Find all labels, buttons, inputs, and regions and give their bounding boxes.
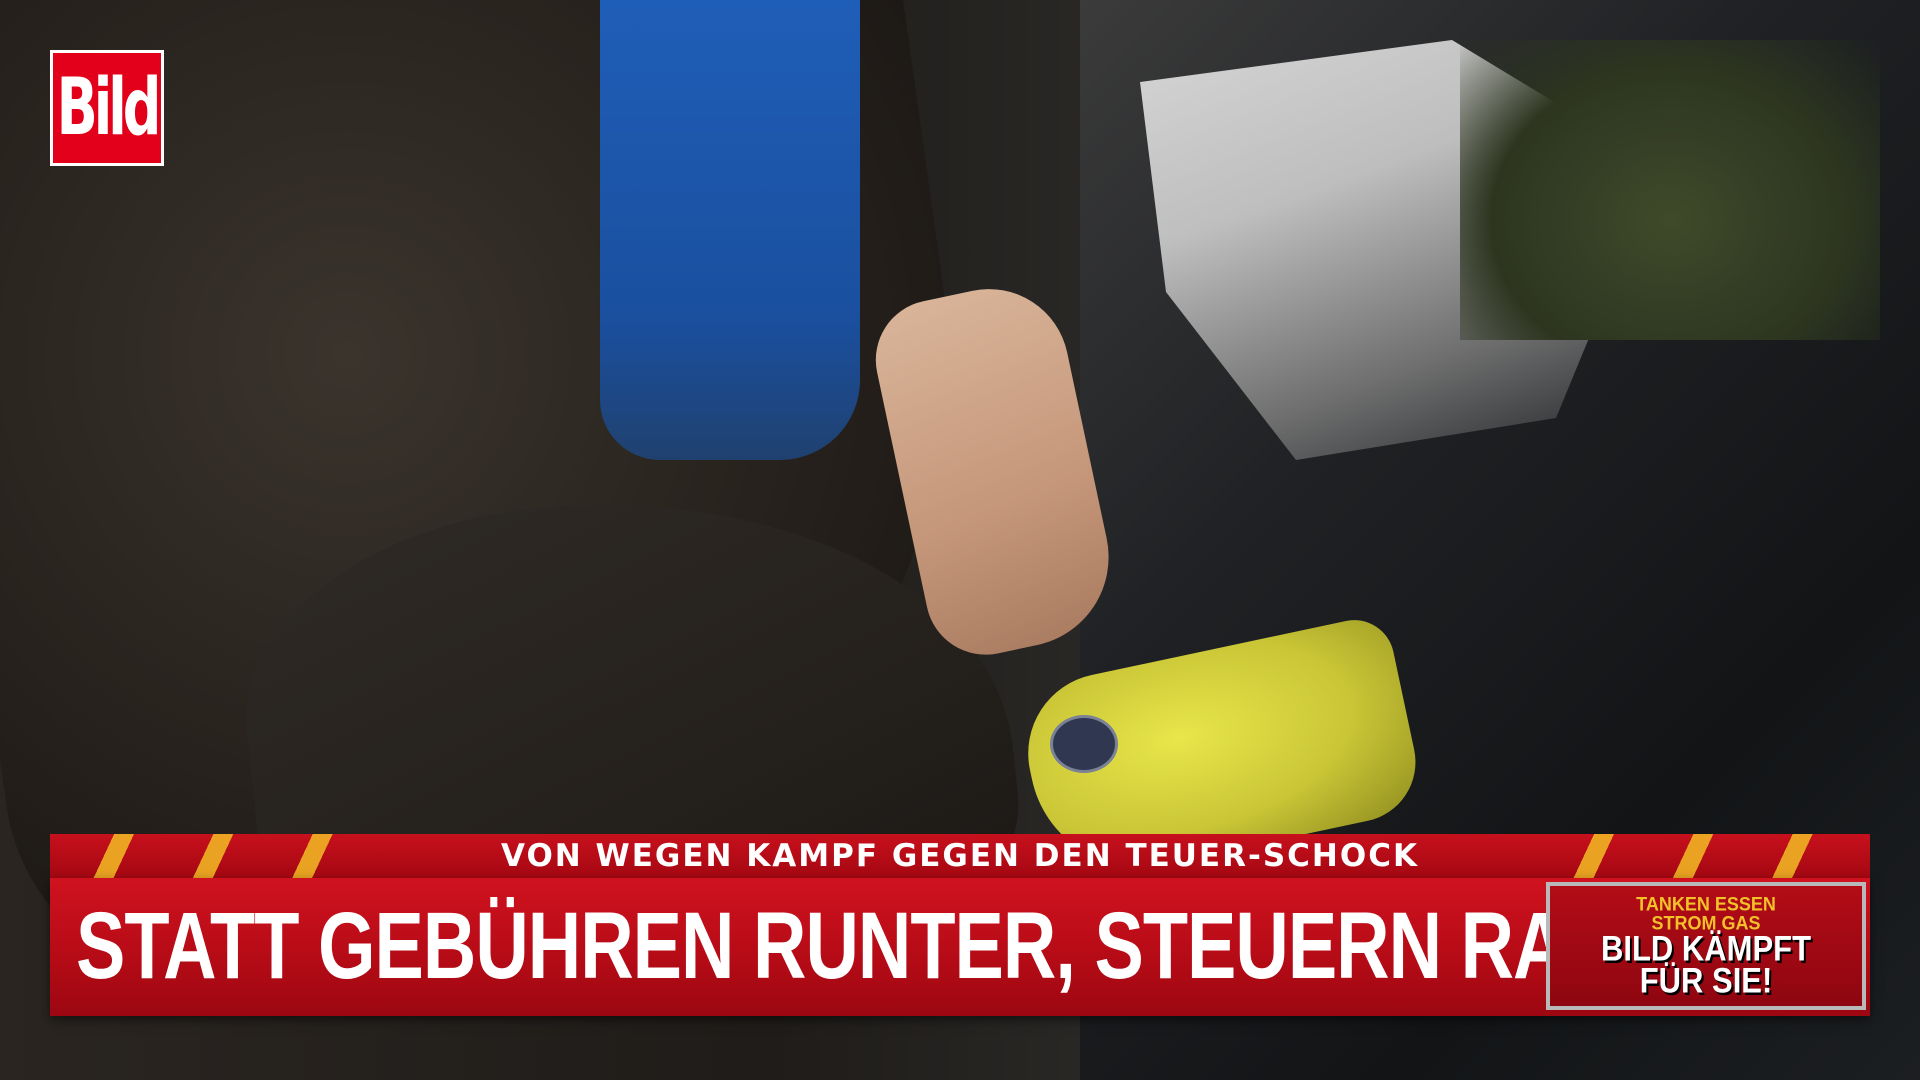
bild-logo: Bild (50, 50, 164, 166)
lower-third-main-bar: STATT GEBÜHREN RUNTER, STEUERN RAUF! TAN… (50, 878, 1870, 1016)
scene-trees (1460, 40, 1880, 340)
logo-text: Bild (56, 61, 162, 153)
scene-nozzle-emblem (1050, 715, 1118, 773)
badge-line-4: FÜR SIE! (1639, 960, 1773, 1001)
lower-third: VON WEGEN KAMPF GEGEN DEN TEUER-SCHOCK S… (50, 834, 1870, 1016)
scene-blue-shirt (600, 0, 860, 460)
kicker-stripes-right (1550, 834, 1850, 878)
headline-text: STATT GEBÜHREN RUNTER, STEUERN RAUF! (76, 892, 1687, 999)
campaign-badge: TANKEN ESSEN STROM GAS BILD KÄMPFT FÜR S… (1546, 882, 1866, 1010)
